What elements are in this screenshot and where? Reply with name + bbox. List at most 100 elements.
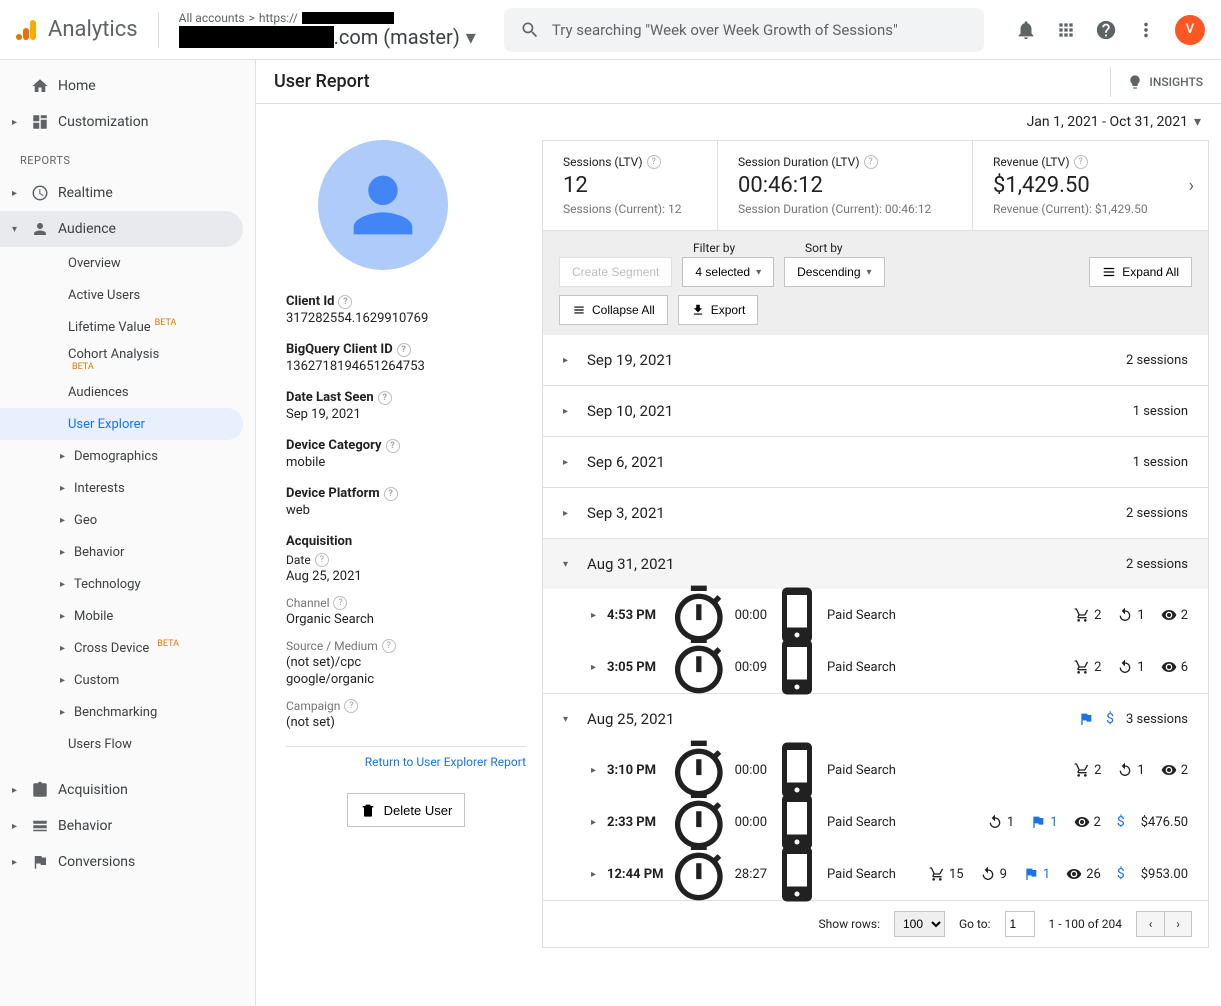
return-link[interactable]: Return to User Explorer Report bbox=[286, 755, 526, 769]
left-sidebar: Home ▸ Customization REPORTS ▸ Realtime … bbox=[0, 60, 256, 1006]
expand-icon bbox=[1102, 265, 1116, 279]
goto-input[interactable] bbox=[1005, 911, 1035, 937]
prev-page-button[interactable]: ‹ bbox=[1136, 911, 1164, 937]
sidebar-item-users-flow[interactable]: Users Flow bbox=[0, 728, 255, 760]
sidebar-item-benchmarking[interactable]: ▸Benchmarking bbox=[0, 696, 255, 728]
device-icon bbox=[767, 792, 827, 852]
session-date[interactable]: ▸Sep 19, 20212 sessions bbox=[543, 335, 1208, 385]
date-range-picker[interactable]: Jan 1, 2021 - Oct 31, 2021 ▾ bbox=[256, 104, 1221, 140]
caret-right-icon: ▸ bbox=[563, 457, 577, 468]
sidebar-item-cross-device[interactable]: ▸Cross DeviceBETA bbox=[0, 632, 255, 664]
bell-icon[interactable] bbox=[1015, 19, 1037, 41]
views-metric: 2 bbox=[1074, 814, 1101, 830]
insights-button[interactable]: INSIGHTS bbox=[1110, 67, 1203, 97]
property-suffix: .com (master) bbox=[334, 25, 460, 49]
kpi-revenue[interactable]: Revenue (LTV)? $1,429.50 Revenue (Curren… bbox=[973, 141, 1208, 230]
sidebar-item-behavior[interactable]: ▸ Behavior bbox=[0, 808, 255, 844]
session-date[interactable]: ▸Sep 10, 20211 session bbox=[543, 386, 1208, 436]
caret-right-icon: ▸ bbox=[563, 508, 577, 519]
sidebar-item-mobile[interactable]: ▸Mobile bbox=[0, 600, 255, 632]
filter-dropdown[interactable]: 4 selected▾ bbox=[682, 257, 774, 287]
cart-metric: 2 bbox=[1074, 607, 1101, 623]
sidebar-item-demographics[interactable]: ▸Demographics bbox=[0, 440, 255, 472]
revenue-metric: $ bbox=[1117, 814, 1125, 830]
main-content: User Report INSIGHTS Jan 1, 2021 - Oct 3… bbox=[256, 60, 1221, 1006]
sidebar-item-audiences[interactable]: Audiences bbox=[0, 376, 255, 408]
views-metric: 6 bbox=[1161, 659, 1188, 675]
session-date[interactable]: ▸Sep 3, 20212 sessions bbox=[543, 488, 1208, 538]
sidebar-item-lifetime-value[interactable]: Lifetime ValueBETA bbox=[0, 311, 255, 343]
home-icon bbox=[30, 76, 50, 96]
sidebar-item-home[interactable]: Home bbox=[0, 68, 255, 104]
behavior-icon bbox=[30, 816, 50, 836]
sidebar-item-behavior[interactable]: ▸Behavior bbox=[0, 536, 255, 568]
insights-icon bbox=[1127, 74, 1143, 90]
sidebar-item-custom[interactable]: ▸Custom bbox=[0, 664, 255, 696]
delete-icon bbox=[360, 802, 376, 818]
session-date-aug25[interactable]: ▾ Aug 25, 2021 $ 3 sessions bbox=[543, 694, 1208, 744]
sidebar-item-audience[interactable]: ▾ Audience bbox=[0, 211, 243, 247]
pagination: Show rows: 100 Go to: 1 - 100 of 204 ‹ › bbox=[543, 900, 1208, 947]
sidebar-item-customization[interactable]: ▸ Customization bbox=[0, 104, 255, 140]
acquisition-icon bbox=[30, 780, 50, 800]
return-metric: 1 bbox=[1117, 762, 1144, 778]
search-input[interactable]: Try searching "Week over Week Growth of … bbox=[504, 8, 984, 52]
redacted-property bbox=[179, 26, 334, 48]
cart-metric: 15 bbox=[929, 866, 964, 882]
sort-dropdown[interactable]: Descending▾ bbox=[784, 257, 884, 287]
expand-all-button[interactable]: Expand All bbox=[1089, 257, 1192, 287]
caret-right-icon: ▸ bbox=[591, 817, 603, 828]
help-icon[interactable] bbox=[1095, 19, 1117, 41]
logo[interactable]: Analytics bbox=[16, 17, 138, 42]
export-button[interactable]: Export bbox=[678, 295, 759, 325]
user-detail-panel: Client Id? 317282554.1629910769 BigQuery… bbox=[286, 140, 526, 948]
page-title: User Report bbox=[274, 71, 370, 92]
sidebar-item-technology[interactable]: ▸Technology bbox=[0, 568, 255, 600]
views-metric: 2 bbox=[1161, 762, 1188, 778]
sidebar-item-cohort[interactable]: Cohort AnalysisBETA bbox=[0, 343, 255, 376]
more-vert-icon[interactable] bbox=[1135, 19, 1157, 41]
session-row[interactable]: ▸3:05 PM00:09Paid Search216 bbox=[543, 641, 1208, 693]
kpi-sessions: Sessions (LTV)? 12 Sessions (Current): 1… bbox=[543, 141, 718, 230]
next-page-button[interactable]: › bbox=[1164, 911, 1192, 937]
caret-down-icon: ▾ bbox=[563, 714, 577, 725]
caret-right-icon: ▸ bbox=[563, 406, 577, 417]
flag-icon bbox=[1078, 711, 1094, 727]
collapse-icon bbox=[572, 303, 586, 317]
user-avatar-icon bbox=[318, 140, 448, 270]
caret-right-icon: ▸ bbox=[591, 662, 603, 673]
session-row[interactable]: ▸12:44 PM28:27Paid Search159126$$953.00 bbox=[543, 848, 1208, 900]
sidebar-item-active-users[interactable]: Active Users bbox=[0, 279, 255, 311]
session-row[interactable]: ▸3:10 PM00:00Paid Search212 bbox=[543, 744, 1208, 796]
sidebar-item-acquisition[interactable]: ▸ Acquisition bbox=[0, 772, 255, 808]
session-row[interactable]: ▸4:53 PM00:00Paid Search212 bbox=[543, 589, 1208, 641]
caret-down-icon: ▾ bbox=[466, 25, 476, 49]
sidebar-item-user-explorer[interactable]: User Explorer bbox=[0, 408, 243, 440]
rows-select[interactable]: 100 bbox=[894, 911, 945, 937]
account-switcher[interactable]: All accounts > https:// .com (master) ▾ bbox=[179, 11, 476, 49]
client-id: 317282554.1629910769 bbox=[286, 311, 526, 326]
search-placeholder: Try searching "Week over Week Growth of … bbox=[552, 21, 898, 39]
session-row[interactable]: ▸2:33 PM00:00Paid Search112$$476.50 bbox=[543, 796, 1208, 848]
views-metric: 2 bbox=[1161, 607, 1188, 623]
sidebar-item-conversions[interactable]: ▸ Conversions bbox=[0, 844, 255, 880]
cart-metric: 2 bbox=[1074, 659, 1101, 675]
sidebar-item-overview[interactable]: Overview bbox=[0, 247, 255, 279]
sidebar-item-geo[interactable]: ▸Geo bbox=[0, 504, 255, 536]
sidebar-item-interests[interactable]: ▸Interests bbox=[0, 472, 255, 504]
person-icon bbox=[30, 219, 50, 239]
session-date[interactable]: ▸Sep 6, 20211 session bbox=[543, 437, 1208, 487]
search-icon bbox=[520, 20, 540, 40]
collapse-all-button[interactable]: Collapse All bbox=[559, 295, 668, 325]
session-date-aug31[interactable]: ▾ Aug 31, 2021 2 sessions bbox=[543, 539, 1208, 589]
dashboard-icon bbox=[30, 112, 50, 132]
download-icon bbox=[691, 303, 705, 317]
sidebar-item-realtime[interactable]: ▸ Realtime bbox=[0, 175, 255, 211]
apps-icon[interactable] bbox=[1055, 19, 1077, 41]
bigquery-client-id: 1362718194651264753 bbox=[286, 359, 526, 374]
chevron-right-icon: › bbox=[1189, 175, 1194, 196]
delete-user-button[interactable]: Delete User bbox=[347, 793, 466, 827]
user-avatar[interactable]: V bbox=[1175, 15, 1205, 45]
return-metric: 1 bbox=[1117, 607, 1144, 623]
caret-down-icon: ▾ bbox=[1194, 114, 1201, 130]
